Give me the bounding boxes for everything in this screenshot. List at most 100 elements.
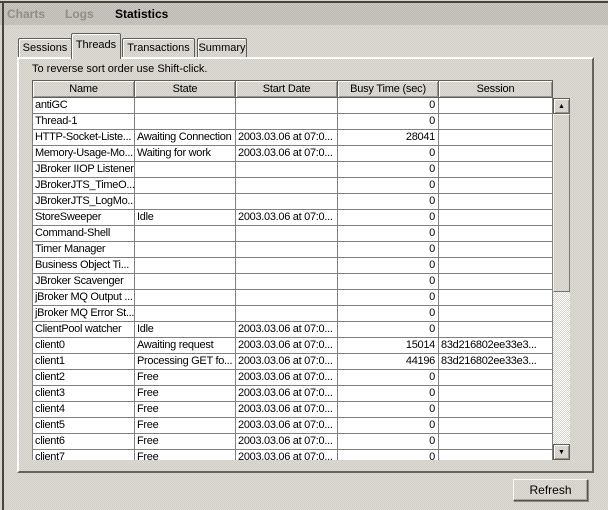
tab-summary[interactable]: Summary xyxy=(197,38,247,57)
cell-start_date xyxy=(236,258,338,274)
cell-state: Awaiting Connection xyxy=(135,130,236,146)
cell-name: JBroker IIOP Listener xyxy=(33,162,135,178)
cell-busy_time: 0 xyxy=(338,434,439,450)
cell-busy_time: 0 xyxy=(338,450,439,460)
cell-name: StoreSweeper xyxy=(33,210,135,226)
cell-name: client2 xyxy=(33,370,135,386)
cell-start_date xyxy=(236,162,338,178)
cell-start_date: 2003.03.06 at 07:0... xyxy=(236,386,338,402)
cell-state: Free xyxy=(135,386,236,402)
scrollbar-thumb[interactable] xyxy=(553,114,570,292)
table-row[interactable]: HTTP-Socket-Liste... Awaiting Connection 2… xyxy=(33,130,553,146)
table-row[interactable]: ClientPool watcher Idle 2003.03.06 at 07:0… xyxy=(33,322,553,338)
column-header-busytime[interactable]: Busy Time (sec) xyxy=(338,80,439,98)
cell-start_date: 2003.03.06 at 07:0... xyxy=(236,322,338,338)
table-body: antiGC 0 Thread-1 0 HTTP-Socket-Liste... Awai… xyxy=(32,98,553,460)
cell-state: Idle xyxy=(135,322,236,338)
cell-start_date xyxy=(236,194,338,210)
cell-name: Memory-Usage-Mo... xyxy=(33,146,135,162)
cell-state xyxy=(135,226,236,242)
table-row[interactable]: Timer Manager 0 xyxy=(33,242,553,258)
table-row[interactable]: StoreSweeper Idle 2003.03.06 at 07:0... 0 xyxy=(33,210,553,226)
cell-state: Free xyxy=(135,434,236,450)
cell-busy_time: 44196 xyxy=(338,354,439,370)
table-row[interactable]: JBroker IIOP Listener 0 xyxy=(33,162,553,178)
cell-state: Free xyxy=(135,450,236,460)
threads-tab-panel: To reverse sort order use Shift-click. N… xyxy=(17,57,594,473)
cell-name: Timer Manager xyxy=(33,242,135,258)
table-row[interactable]: Memory-Usage-Mo... Waiting for work 2003.0… xyxy=(33,146,553,162)
cell-session xyxy=(439,130,553,146)
cell-state xyxy=(135,162,236,178)
table-row[interactable]: Business Object Ti... 0 xyxy=(33,258,553,274)
cell-state: Idle xyxy=(135,210,236,226)
cell-start_date xyxy=(236,98,338,114)
cell-busy_time: 0 xyxy=(338,194,439,210)
table-row[interactable]: JBrokerJTS_TimeO... 0 xyxy=(33,178,553,194)
cell-session xyxy=(439,434,553,450)
window-border-top xyxy=(0,1,608,3)
sort-hint-text: To reverse sort order use Shift-click. xyxy=(32,63,208,75)
table-row[interactable]: client7 Free 2003.03.06 at 07:0... 0 xyxy=(33,450,553,460)
top-tab-logs[interactable]: Logs xyxy=(65,3,94,25)
column-header-name[interactable]: Name xyxy=(32,80,135,98)
cell-state xyxy=(135,178,236,194)
column-header-startdate[interactable]: Start Date xyxy=(236,80,338,98)
column-header-state[interactable]: State xyxy=(135,80,236,98)
table-row[interactable]: client3 Free 2003.03.06 at 07:0... 0 xyxy=(33,386,553,402)
table-row[interactable]: JBrokerJTS_LogMo... 0 xyxy=(33,194,553,210)
cell-state xyxy=(135,194,236,210)
tab-sessions[interactable]: Sessions xyxy=(18,38,72,57)
cell-session xyxy=(439,210,553,226)
cell-busy_time: 0 xyxy=(338,290,439,306)
table-row[interactable]: client0 Awaiting request 2003.03.06 at 07:… xyxy=(33,338,553,354)
cell-session: 83d216802ee33e3... xyxy=(439,338,553,354)
table-row[interactable]: client4 Free 2003.03.06 at 07:0... 0 xyxy=(33,402,553,418)
cell-name: JBrokerJTS_TimeO... xyxy=(33,178,135,194)
table-row[interactable]: client2 Free 2003.03.06 at 07:0... 0 xyxy=(33,370,553,386)
tab-threads[interactable]: Threads xyxy=(71,33,121,59)
cell-start_date: 2003.03.06 at 07:0... xyxy=(236,402,338,418)
column-header-session[interactable]: Session xyxy=(439,80,553,98)
scroll-down-button[interactable]: ▼ xyxy=(553,444,570,460)
cell-session xyxy=(439,322,553,338)
table-row[interactable]: Command-Shell 0 xyxy=(33,226,553,242)
scroll-up-icon: ▲ xyxy=(558,103,565,110)
cell-name: jBroker MQ Error St... xyxy=(33,306,135,322)
cell-state: Free xyxy=(135,370,236,386)
cell-session xyxy=(439,242,553,258)
vertical-scrollbar[interactable]: ▲ ▼ xyxy=(553,98,570,460)
table-row[interactable]: client6 Free 2003.03.06 at 07:0... 0 xyxy=(33,434,553,450)
top-tab-bar: Charts Logs Statistics xyxy=(0,3,608,25)
cell-busy_time: 0 xyxy=(338,402,439,418)
tab-transactions[interactable]: Transactions xyxy=(122,38,195,57)
cell-session xyxy=(439,226,553,242)
cell-session xyxy=(439,162,553,178)
cell-busy_time: 0 xyxy=(338,322,439,338)
cell-name: client1 xyxy=(33,354,135,370)
cell-start_date: 2003.03.06 at 07:0... xyxy=(236,130,338,146)
cell-name: JBroker Scavenger xyxy=(33,274,135,290)
table-row[interactable]: client1 Processing GET fo... 2003.03.06 at… xyxy=(33,354,553,370)
refresh-button[interactable]: Refresh xyxy=(513,479,588,501)
table-header: Name State Start Date Busy Time (sec) Se… xyxy=(32,80,553,98)
cell-session: 83d216802ee33e3... xyxy=(439,354,553,370)
cell-start_date xyxy=(236,178,338,194)
cell-name: Command-Shell xyxy=(33,226,135,242)
scroll-up-button[interactable]: ▲ xyxy=(553,98,570,114)
scroll-down-icon: ▼ xyxy=(558,449,565,456)
cell-start_date: 2003.03.06 at 07:0... xyxy=(236,370,338,386)
table-row[interactable]: jBroker MQ Error St... 0 xyxy=(33,306,553,322)
table-row[interactable]: jBroker MQ Output ... 0 xyxy=(33,290,553,306)
cell-session xyxy=(439,386,553,402)
cell-session xyxy=(439,402,553,418)
cell-session xyxy=(439,98,553,114)
table-row[interactable]: antiGC 0 xyxy=(33,98,553,114)
table-row[interactable]: Thread-1 0 xyxy=(33,114,553,130)
top-tab-charts[interactable]: Charts xyxy=(7,3,45,25)
top-tab-statistics[interactable]: Statistics xyxy=(115,3,168,25)
cell-start_date xyxy=(236,114,338,130)
table-row[interactable]: client5 Free 2003.03.06 at 07:0... 0 xyxy=(33,418,553,434)
cell-name: jBroker MQ Output ... xyxy=(33,290,135,306)
table-row[interactable]: JBroker Scavenger 0 xyxy=(33,274,553,290)
